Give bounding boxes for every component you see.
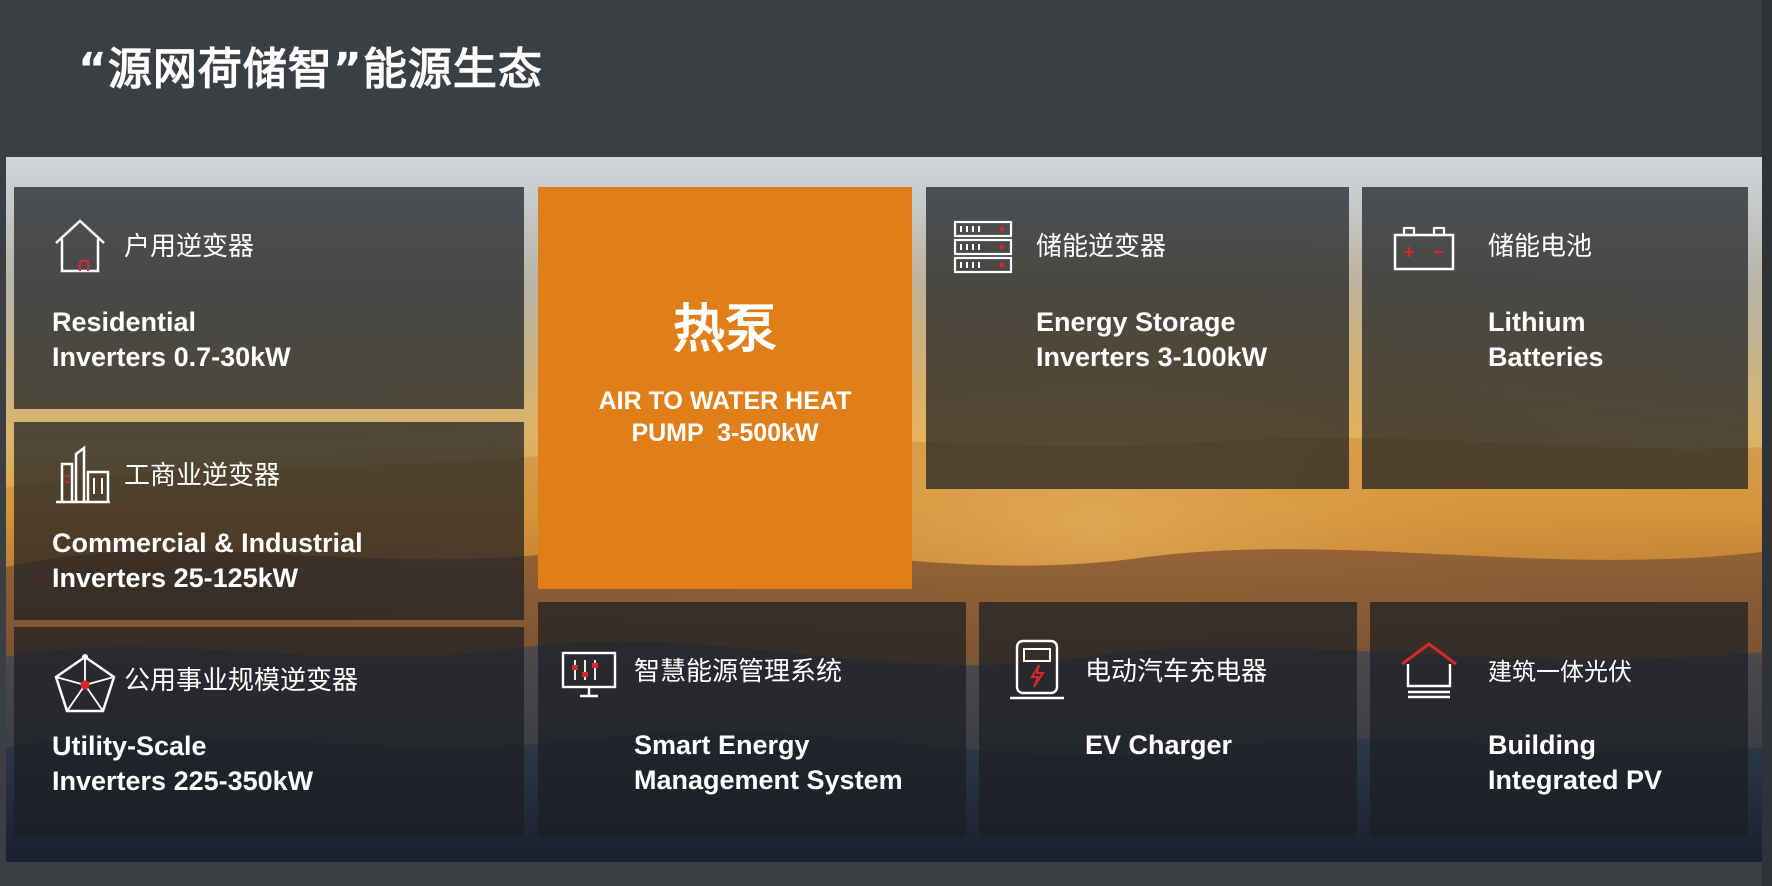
tile-label-en: EV Charger <box>1085 728 1232 763</box>
tile-label-en: Energy Storage Inverters 3-100kW <box>1036 305 1267 375</box>
tile-label-en-line1: Building <box>1488 730 1596 760</box>
utility-scale-inverters-tile[interactable]: 公用事业规模逆变器 Utility-Scale Inverters 225-35… <box>14 627 524 837</box>
tile-label-en: Utility-Scale Inverters 225-350kW <box>52 729 313 799</box>
tile-label-en-line2: Inverters 225-350kW <box>52 766 314 796</box>
tile-label-en-line1: Residential <box>52 307 197 337</box>
tile-label-cn: 工商业逆变器 <box>124 461 281 491</box>
storage-rack-icon <box>953 220 1013 274</box>
tile-label-en-line2: Inverters 25-125kW <box>52 563 299 593</box>
tile-label-en-line1: Smart Energy <box>634 730 810 760</box>
monitor-sliders-icon <box>561 651 617 698</box>
factory-icon <box>56 445 110 504</box>
tile-label-en: Commercial & Industrial Inverters 25-125… <box>52 526 363 596</box>
house-icon <box>55 219 105 273</box>
pentagon-network-icon <box>54 654 116 713</box>
tile-label-cn: 户用逆变器 <box>124 232 255 262</box>
tile-label-en-line2: Inverters 3-100kW <box>1036 342 1268 372</box>
tile-label-cn: 建筑一体光伏 <box>1488 658 1632 686</box>
smart-energy-management-tile[interactable]: 智慧能源管理系统 Smart Energy Management System <box>538 602 966 837</box>
tile-label-cn: 智慧能源管理系统 <box>634 657 843 687</box>
tile-label-cn: 电动汽车充电器 <box>1085 657 1268 687</box>
heat-pump-tile[interactable]: 热泵 AIR TO WATER HEAT PUMP 3-500kW <box>538 187 912 589</box>
right-edge-strip <box>1762 0 1772 886</box>
commercial-industrial-inverters-tile[interactable]: 工商业逆变器 Commercial & Industrial Inverters… <box>14 422 524 620</box>
tile-label-en-line2: Integrated PV <box>1488 765 1663 795</box>
tile-label-en-line1: Utility-Scale <box>52 731 207 761</box>
page-title: “源网荷储智”能源生态 <box>78 44 543 95</box>
tile-label-en-line1: Lithium <box>1488 307 1586 337</box>
roof-house-icon <box>1401 642 1457 699</box>
tile-label-en-line1: EV Charger <box>1085 730 1233 760</box>
tile-label-en-line2: Management System <box>634 765 903 795</box>
energy-storage-inverters-tile[interactable]: 储能逆变器 Energy Storage Inverters 3-100kW <box>926 187 1349 489</box>
tile-label-cn: 储能逆变器 <box>1036 232 1167 262</box>
heat-pump-line2: PUMP 3-500kW <box>631 419 819 447</box>
tile-label-en-line2: Inverters 0.7-30kW <box>52 342 291 372</box>
tile-label-en-line1: Commercial & Industrial <box>52 528 363 558</box>
tile-label-en-line1: Energy Storage <box>1036 307 1236 337</box>
tile-label-en: Residential Inverters 0.7-30kW <box>52 305 291 375</box>
tile-label-en: Smart Energy Management System <box>634 728 903 798</box>
mountain-background: 户用逆变器 Residential Inverters 0.7-30kW 工商业… <box>6 157 1762 862</box>
heat-pump-title: 热泵 <box>672 300 777 360</box>
residential-inverters-tile[interactable]: 户用逆变器 Residential Inverters 0.7-30kW <box>14 187 524 409</box>
building-integrated-pv-tile[interactable]: 建筑一体光伏 Building Integrated PV <box>1370 602 1748 837</box>
battery-icon <box>1393 226 1455 271</box>
ev-charger-tile[interactable]: 电动汽车充电器 EV Charger <box>979 602 1357 837</box>
ev-charger-icon <box>1010 639 1064 700</box>
tile-label-en: Lithium Batteries <box>1488 305 1604 375</box>
tile-label-en: Building Integrated PV <box>1488 728 1662 798</box>
lithium-batteries-tile[interactable]: 储能电池 Lithium Batteries <box>1362 187 1748 489</box>
heat-pump-line1: AIR TO WATER HEAT <box>598 387 852 415</box>
heat-pump-description: AIR TO WATER HEAT PUMP 3-500kW <box>538 385 912 449</box>
tile-label-en-line2: Batteries <box>1488 342 1604 372</box>
tile-label-cn: 储能电池 <box>1488 232 1593 262</box>
tile-label-cn: 公用事业规模逆变器 <box>124 666 359 696</box>
